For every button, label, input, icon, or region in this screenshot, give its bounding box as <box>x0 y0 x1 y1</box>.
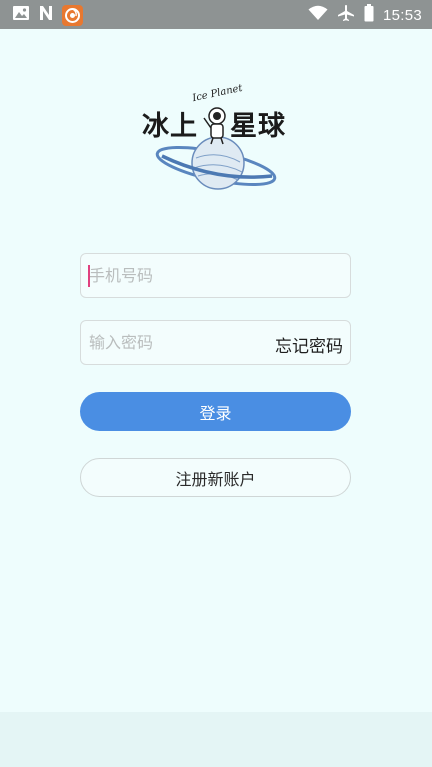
register-button[interactable]: 注册新账户 <box>80 458 351 497</box>
phone-input[interactable] <box>81 254 350 297</box>
status-time: 15:53 <box>382 6 422 24</box>
status-bar: 15:53 <box>0 0 432 29</box>
orange-app-icon <box>62 4 83 26</box>
login-button[interactable]: 登录 <box>80 392 351 431</box>
password-field[interactable]: 忘记密码 <box>80 320 351 365</box>
status-bar-notifications <box>12 4 83 26</box>
battery-icon <box>364 4 374 26</box>
ice-planet-logo: Ice Planet 冰上 星球 <box>138 78 294 200</box>
logo-title-right: 星球 <box>230 111 286 142</box>
status-bar-system: 15:53 <box>308 4 422 26</box>
forgot-password-link[interactable]: 忘记密码 <box>275 332 343 357</box>
airplane-mode-icon <box>337 4 355 26</box>
phone-field[interactable] <box>80 253 351 298</box>
bottom-strip <box>0 712 432 767</box>
text-cursor <box>88 265 90 287</box>
wifi-icon <box>308 5 328 25</box>
logo-title-left: 冰上 <box>142 111 198 142</box>
n-app-icon <box>38 5 54 25</box>
gallery-icon <box>12 5 30 25</box>
